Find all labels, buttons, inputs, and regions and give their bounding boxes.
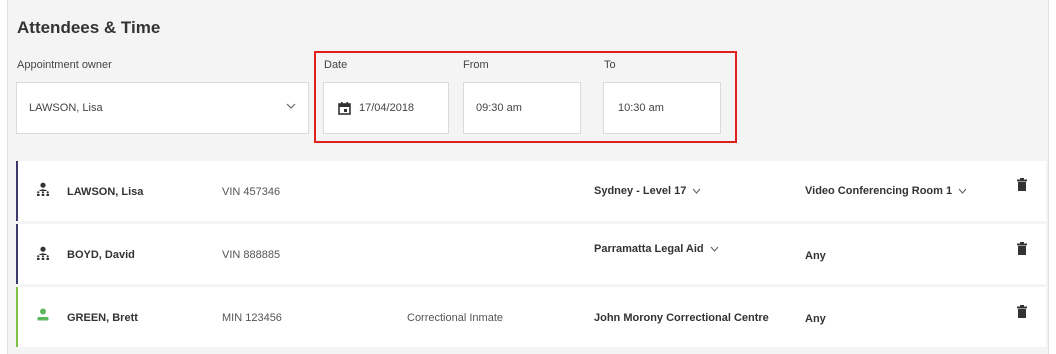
appointment-owner-select[interactable]: LAWSON, Lisa bbox=[16, 82, 309, 134]
room-select[interactable]: Video Conferencing Room 1 bbox=[805, 185, 967, 197]
chevron-down-icon bbox=[958, 188, 967, 194]
attendee-row: GREEN, Brett MIN 123456 Correctional Inm… bbox=[16, 287, 1046, 347]
date-time-highlight bbox=[314, 51, 737, 143]
attendee-name: BOYD, David bbox=[67, 249, 135, 261]
owner-label: Appointment owner bbox=[17, 59, 112, 71]
chevron-down-icon bbox=[692, 188, 701, 194]
location-value: John Morony Correctional Centre bbox=[594, 312, 769, 324]
location-select[interactable]: Sydney - Level 17 bbox=[594, 185, 701, 197]
attendee-row: LAWSON, Lisa VIN 457346 Sydney - Level 1… bbox=[16, 161, 1046, 221]
room-value-display: Any bbox=[805, 250, 826, 262]
location-value: Parramatta Legal Aid bbox=[594, 243, 704, 255]
row-accent-bar bbox=[16, 161, 18, 221]
location-select[interactable]: Parramatta Legal Aid bbox=[594, 243, 719, 255]
person-icon bbox=[37, 308, 49, 321]
chevron-down-icon bbox=[710, 246, 719, 252]
row-accent-bar bbox=[16, 224, 18, 284]
attendee-name: LAWSON, Lisa bbox=[67, 186, 144, 198]
group-person-icon bbox=[37, 182, 49, 196]
attendee-id: MIN 123456 bbox=[222, 312, 282, 324]
room-value: Any bbox=[805, 250, 826, 262]
room-value-display: Any bbox=[805, 313, 826, 325]
room-value: Video Conferencing Room 1 bbox=[805, 185, 953, 197]
attendee-id: VIN 457346 bbox=[222, 186, 281, 198]
section-title: Attendees & Time bbox=[17, 18, 161, 37]
room-value: Any bbox=[805, 313, 826, 325]
row-accent-bar bbox=[16, 287, 18, 347]
attendee-type: Correctional Inmate bbox=[407, 312, 503, 324]
location-value-display: John Morony Correctional Centre bbox=[594, 312, 769, 324]
location-value: Sydney - Level 17 bbox=[594, 185, 687, 197]
trash-icon[interactable] bbox=[1017, 305, 1027, 318]
attendee-id: VIN 888885 bbox=[222, 249, 281, 261]
chevron-down-icon bbox=[286, 103, 296, 109]
attendee-row: BOYD, David VIN 888885 Parramatta Legal … bbox=[16, 224, 1046, 284]
attendee-name: GREEN, Brett bbox=[67, 312, 138, 324]
owner-value: LAWSON, Lisa bbox=[29, 102, 103, 114]
trash-icon[interactable] bbox=[1017, 178, 1027, 191]
trash-icon[interactable] bbox=[1017, 242, 1027, 255]
group-person-icon bbox=[37, 246, 49, 260]
